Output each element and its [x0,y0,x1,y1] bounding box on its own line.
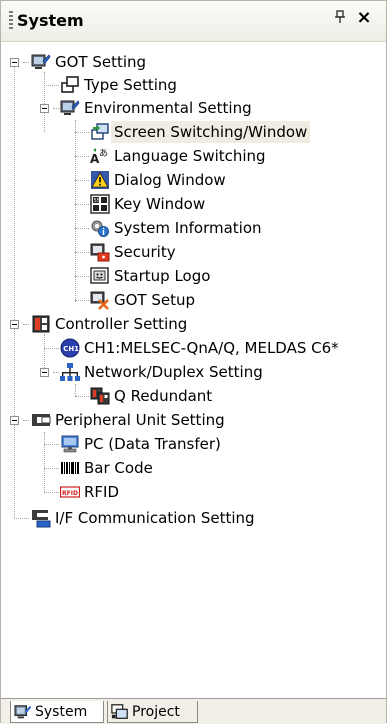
type-setting-icon [61,76,79,93]
tree-line [75,300,89,301]
tree-line [44,432,45,492]
tab-project[interactable]: Project [107,701,198,723]
startup-logo-icon [90,267,109,284]
tree-line [23,324,29,325]
tree-line [14,62,15,518]
collapse-peripheral-unit-button[interactable] [10,416,19,425]
svg-text:あ: あ [99,148,108,159]
tree-line [75,132,89,133]
tree-line [75,228,89,229]
project-tab-icon [111,704,128,719]
tree-line [75,252,89,253]
language-switching-icon: A あ [90,148,108,166]
barcode-icon [61,462,79,474]
tree-line [75,204,89,205]
system-information-icon [91,220,109,237]
tree-line [44,85,59,86]
got-setup-icon [90,291,109,310]
network-icon [60,363,80,381]
panel-tab-strip: System Project [1,698,386,724]
drag-grip-icon[interactable] [9,11,13,31]
pc-icon [61,435,79,453]
tab-system-label: System [35,704,88,720]
tree-line [75,396,89,397]
environmental-setting-icon [60,100,80,115]
tree-line [44,444,59,445]
tree-line [44,348,59,349]
tree-line [75,276,89,277]
panel-title-bar[interactable]: System × [1,1,386,42]
key-window-icon: 55 [90,194,110,214]
tree-line [75,156,89,157]
rfid-icon: RFID [60,486,80,498]
tree-line [23,62,29,63]
svg-text:RFID: RFID [62,490,78,497]
tab-project-label: Project [132,704,180,720]
pin-icon [335,10,345,23]
tree-line [44,492,59,493]
panel-title: System [17,11,84,30]
security-icon [90,243,110,262]
tree-line [44,72,45,132]
q-redundant-icon [90,387,110,405]
tree-line [23,420,29,421]
svg-text:55: 55 [94,198,100,204]
system-tab-icon [14,705,32,719]
collapse-controller-setting-button[interactable] [10,320,19,329]
tree-line [14,518,29,519]
system-tree: GOT Setting Type Setting Environmental S… [1,42,386,698]
tree-line [53,108,59,109]
tab-system[interactable]: System [10,701,104,723]
svg-text:CH1: CH1 [63,345,79,353]
collapse-environmental-setting-button[interactable] [40,104,49,113]
dialog-warning-icon [91,171,109,189]
peripheral-unit-icon [32,414,51,426]
screen-switching-icon [91,123,109,140]
tree-line [44,468,59,469]
tree-line [75,180,89,181]
pin-button[interactable] [332,10,348,28]
collapse-got-setting-button[interactable] [10,58,19,67]
tree-line [75,384,76,396]
if-communication-icon [32,510,51,528]
ch1-channel-icon: CH1 [60,338,80,358]
close-button[interactable]: × [356,8,372,28]
controller-setting-icon [32,315,50,333]
tree-line [75,120,76,302]
collapse-network-duplex-button[interactable] [40,368,49,377]
got-setting-icon [31,54,51,69]
tree-line [53,372,59,373]
